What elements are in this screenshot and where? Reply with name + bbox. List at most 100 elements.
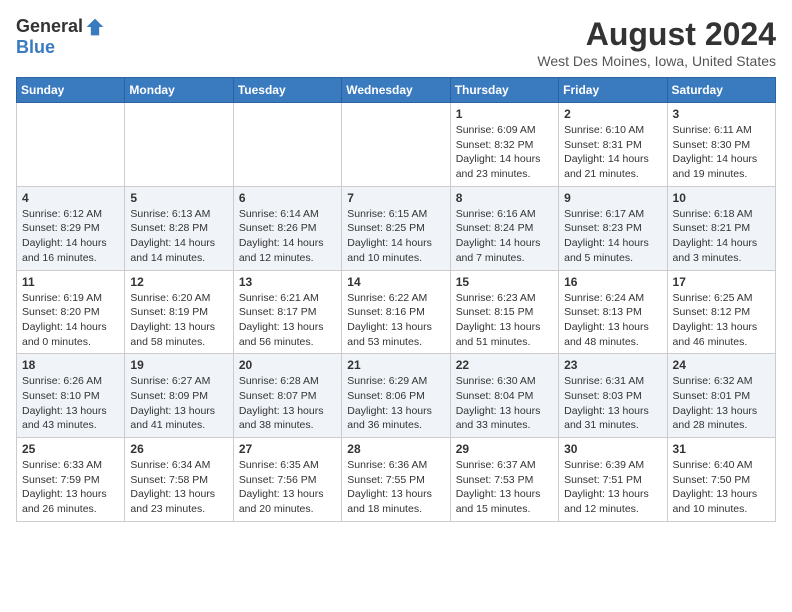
day-number: 5 [130, 191, 227, 205]
week-row-5: 25 Sunrise: 6:33 AMSunset: 7:59 PMDayligh… [17, 438, 776, 522]
day-number: 30 [564, 442, 661, 456]
day-cell: 23 Sunrise: 6:31 AMSunset: 8:03 PMDayligh… [559, 354, 667, 438]
day-number: 31 [673, 442, 770, 456]
day-info: Sunrise: 6:16 AMSunset: 8:24 PMDaylight:… [456, 207, 553, 266]
day-cell: 11 Sunrise: 6:19 AMSunset: 8:20 PMDayligh… [17, 270, 125, 354]
day-cell: 4Sunrise: 6:12 AMSunset: 8:29 PMDaylight… [17, 186, 125, 270]
day-info: Sunrise: 6:30 AMSunset: 8:04 PMDaylight:… [456, 374, 553, 433]
day-number: 22 [456, 358, 553, 372]
day-cell: 17 Sunrise: 6:25 AMSunset: 8:12 PMDayligh… [667, 270, 775, 354]
day-number: 25 [22, 442, 119, 456]
day-info: Sunrise: 6:39 AMSunset: 7:51 PMDaylight:… [564, 458, 661, 517]
week-row-1: 1 Sunrise: 6:09 AMSunset: 8:32 PMDaylight… [17, 103, 776, 187]
day-cell: 22 Sunrise: 6:30 AMSunset: 8:04 PMDayligh… [450, 354, 558, 438]
day-cell: 30 Sunrise: 6:39 AMSunset: 7:51 PMDayligh… [559, 438, 667, 522]
day-cell: 21 Sunrise: 6:29 AMSunset: 8:06 PMDayligh… [342, 354, 450, 438]
day-number: 17 [673, 275, 770, 289]
day-cell: 7 Sunrise: 6:15 AMSunset: 8:25 PMDaylight… [342, 186, 450, 270]
day-cell: 2 Sunrise: 6:10 AMSunset: 8:31 PMDaylight… [559, 103, 667, 187]
day-cell: 24 Sunrise: 6:32 AMSunset: 8:01 PMDayligh… [667, 354, 775, 438]
day-number: 2 [564, 107, 661, 121]
day-info: Sunrise: 6:29 AMSunset: 8:06 PMDaylight:… [347, 374, 444, 433]
day-info: Sunrise: 6:31 AMSunset: 8:03 PMDaylight:… [564, 374, 661, 433]
header-saturday: Saturday [667, 78, 775, 103]
day-number: 23 [564, 358, 661, 372]
day-number: 24 [673, 358, 770, 372]
logo-general: General [16, 16, 83, 37]
day-cell: 18 Sunrise: 6:26 AMSunset: 8:10 PMDayligh… [17, 354, 125, 438]
day-number: 9 [564, 191, 661, 205]
day-cell: 9 Sunrise: 6:17 AMSunset: 8:23 PMDaylight… [559, 186, 667, 270]
day-cell: 16 Sunrise: 6:24 AMSunset: 8:13 PMDayligh… [559, 270, 667, 354]
day-number: 20 [239, 358, 336, 372]
day-number: 16 [564, 275, 661, 289]
day-info: Sunrise: 6:34 AMSunset: 7:58 PMDaylight:… [130, 458, 227, 517]
day-info: Sunrise: 6:27 AMSunset: 8:09 PMDaylight:… [130, 374, 227, 433]
day-cell: 13 Sunrise: 6:21 AMSunset: 8:17 PMDayligh… [233, 270, 341, 354]
day-number: 11 [22, 275, 119, 289]
header-thursday: Thursday [450, 78, 558, 103]
day-cell [125, 103, 233, 187]
logo-icon [85, 17, 105, 37]
logo-blue: Blue [16, 37, 55, 58]
day-info: Sunrise: 6:21 AMSunset: 8:17 PMDaylight:… [239, 291, 336, 350]
day-info: Sunrise: 6:11 AMSunset: 8:30 PMDaylight:… [673, 123, 770, 182]
day-cell: 19 Sunrise: 6:27 AMSunset: 8:09 PMDayligh… [125, 354, 233, 438]
day-info: Sunrise: 6:12 AMSunset: 8:29 PMDaylight:… [22, 207, 119, 266]
day-info: Sunrise: 6:23 AMSunset: 8:15 PMDaylight:… [456, 291, 553, 350]
day-cell: 29Sunrise: 6:37 AMSunset: 7:53 PMDayligh… [450, 438, 558, 522]
day-number: 8 [456, 191, 553, 205]
day-cell: 31 Sunrise: 6:40 AMSunset: 7:50 PMDayligh… [667, 438, 775, 522]
day-number: 12 [130, 275, 227, 289]
day-info: Sunrise: 6:36 AMSunset: 7:55 PMDaylight:… [347, 458, 444, 517]
day-cell: 15 Sunrise: 6:23 AMSunset: 8:15 PMDayligh… [450, 270, 558, 354]
calendar-subtitle: West Des Moines, Iowa, United States [537, 53, 776, 69]
day-info: Sunrise: 6:32 AMSunset: 8:01 PMDaylight:… [673, 374, 770, 433]
day-cell: 26 Sunrise: 6:34 AMSunset: 7:58 PMDayligh… [125, 438, 233, 522]
day-info: Sunrise: 6:40 AMSunset: 7:50 PMDaylight:… [673, 458, 770, 517]
day-info: Sunrise: 6:18 AMSunset: 8:21 PMDaylight:… [673, 207, 770, 266]
day-info: Sunrise: 6:15 AMSunset: 8:25 PMDaylight:… [347, 207, 444, 266]
day-number: 13 [239, 275, 336, 289]
day-info: Sunrise: 6:25 AMSunset: 8:12 PMDaylight:… [673, 291, 770, 350]
day-number: 3 [673, 107, 770, 121]
day-number: 26 [130, 442, 227, 456]
title-block: August 2024 West Des Moines, Iowa, Unite… [537, 16, 776, 69]
day-number: 28 [347, 442, 444, 456]
day-info: Sunrise: 6:26 AMSunset: 8:10 PMDaylight:… [22, 374, 119, 433]
day-number: 1 [456, 107, 553, 121]
calendar-header: SundayMondayTuesdayWednesdayThursdayFrid… [17, 78, 776, 103]
day-cell [342, 103, 450, 187]
day-cell: 27 Sunrise: 6:35 AMSunset: 7:56 PMDayligh… [233, 438, 341, 522]
day-info: Sunrise: 6:19 AMSunset: 8:20 PMDaylight:… [22, 291, 119, 350]
day-cell: 20Sunrise: 6:28 AMSunset: 8:07 PMDayligh… [233, 354, 341, 438]
day-info: Sunrise: 6:33 AMSunset: 7:59 PMDaylight:… [22, 458, 119, 517]
day-number: 10 [673, 191, 770, 205]
header-row: SundayMondayTuesdayWednesdayThursdayFrid… [17, 78, 776, 103]
logo: General Blue [16, 16, 105, 58]
day-info: Sunrise: 6:24 AMSunset: 8:13 PMDaylight:… [564, 291, 661, 350]
day-info: Sunrise: 6:09 AMSunset: 8:32 PMDaylight:… [456, 123, 553, 182]
day-info: Sunrise: 6:20 AMSunset: 8:19 PMDaylight:… [130, 291, 227, 350]
day-info: Sunrise: 6:17 AMSunset: 8:23 PMDaylight:… [564, 207, 661, 266]
day-number: 15 [456, 275, 553, 289]
day-number: 29 [456, 442, 553, 456]
day-cell: 10 Sunrise: 6:18 AMSunset: 8:21 PMDayligh… [667, 186, 775, 270]
day-number: 6 [239, 191, 336, 205]
day-cell: 25 Sunrise: 6:33 AMSunset: 7:59 PMDayligh… [17, 438, 125, 522]
page-header: General Blue August 2024 West Des Moines… [16, 16, 776, 69]
day-info: Sunrise: 6:14 AMSunset: 8:26 PMDaylight:… [239, 207, 336, 266]
week-row-2: 4Sunrise: 6:12 AMSunset: 8:29 PMDaylight… [17, 186, 776, 270]
day-number: 27 [239, 442, 336, 456]
week-row-4: 18 Sunrise: 6:26 AMSunset: 8:10 PMDayligh… [17, 354, 776, 438]
day-cell: 14Sunrise: 6:22 AMSunset: 8:16 PMDayligh… [342, 270, 450, 354]
day-info: Sunrise: 6:13 AMSunset: 8:28 PMDaylight:… [130, 207, 227, 266]
day-info: Sunrise: 6:35 AMSunset: 7:56 PMDaylight:… [239, 458, 336, 517]
day-number: 21 [347, 358, 444, 372]
day-info: Sunrise: 6:10 AMSunset: 8:31 PMDaylight:… [564, 123, 661, 182]
calendar-body: 1 Sunrise: 6:09 AMSunset: 8:32 PMDaylight… [17, 103, 776, 522]
day-number: 7 [347, 191, 444, 205]
day-number: 18 [22, 358, 119, 372]
day-cell: 1 Sunrise: 6:09 AMSunset: 8:32 PMDaylight… [450, 103, 558, 187]
day-number: 19 [130, 358, 227, 372]
